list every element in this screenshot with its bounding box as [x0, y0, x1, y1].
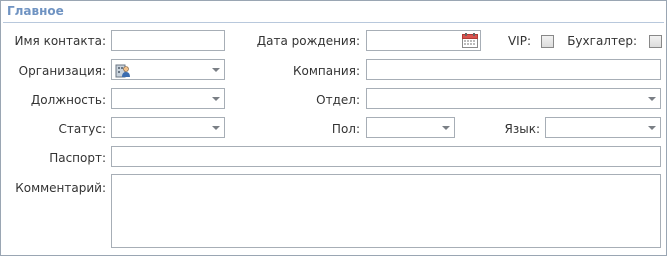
passport-label: Паспорт:: [49, 151, 106, 165]
language-label: Язык:: [504, 122, 540, 136]
vip-label: VIP:: [507, 34, 531, 48]
department-label: Отдел:: [316, 93, 360, 107]
language-select[interactable]: [545, 117, 661, 138]
organization-person-icon: [115, 64, 130, 78]
birth-date-field[interactable]: [366, 30, 481, 51]
contact-name-input[interactable]: [111, 30, 225, 51]
position-select[interactable]: [111, 88, 225, 109]
gender-label: Пол:: [331, 122, 360, 136]
vip-checkbox[interactable]: [541, 35, 554, 48]
position-label: Должность:: [30, 93, 106, 107]
gender-select[interactable]: [366, 117, 455, 138]
chevron-down-icon[interactable]: [643, 89, 660, 108]
status-label: Статус:: [58, 122, 106, 136]
company-input[interactable]: [366, 59, 661, 80]
organization-select[interactable]: [111, 59, 225, 80]
contact-name-label: Имя контакта:: [14, 34, 106, 48]
chevron-down-icon[interactable]: [207, 118, 224, 137]
chevron-down-icon[interactable]: [207, 89, 224, 108]
chevron-down-icon[interactable]: [207, 60, 224, 79]
section-title: Главное: [7, 4, 64, 18]
section-divider: [3, 22, 664, 23]
chevron-down-icon[interactable]: [643, 118, 660, 137]
status-select[interactable]: [111, 117, 225, 138]
accountant-label: Бухгалтер:: [567, 34, 637, 48]
passport-input[interactable]: [111, 146, 661, 167]
department-select[interactable]: [366, 88, 661, 109]
accountant-checkbox[interactable]: [649, 35, 662, 48]
calendar-icon[interactable]: [462, 33, 478, 48]
birth-date-label: Дата рождения:: [256, 34, 360, 48]
chevron-down-icon[interactable]: [437, 118, 454, 137]
company-label: Компания:: [292, 64, 360, 78]
comment-textarea[interactable]: [111, 174, 661, 248]
comment-label: Комментарий:: [15, 181, 106, 195]
organization-label: Организация:: [18, 64, 106, 78]
